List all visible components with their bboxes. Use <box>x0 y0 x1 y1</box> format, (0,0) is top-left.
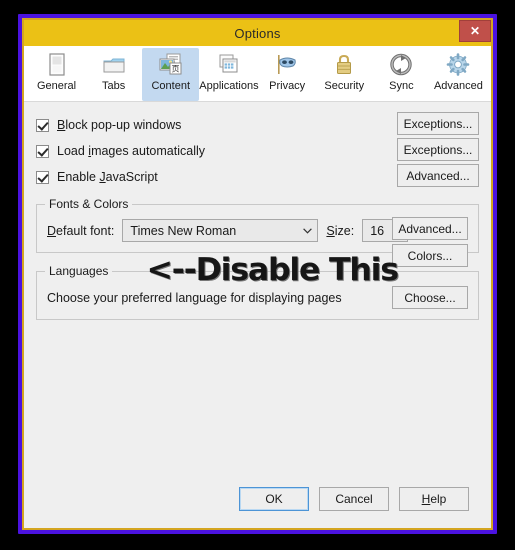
fonts-colors-buttons: Advanced... Colors... <box>392 217 468 267</box>
tab-applications-label: Applications <box>199 80 259 92</box>
label-pre-1: Load <box>57 144 89 158</box>
fonts-colors-title: Fonts & Colors <box>45 197 133 211</box>
tab-security[interactable]: Security <box>316 48 373 101</box>
tab-applications[interactable]: Applications <box>199 48 259 101</box>
options-toolbar: General Tabs 页 Content Applications Priv… <box>24 46 491 102</box>
fonts-colors-group: Fonts & Colors Default font: Times New R… <box>36 197 479 267</box>
choose-language-button[interactable]: Choose... <box>392 286 468 309</box>
languages-row: Choose your preferred language for displ… <box>47 286 468 309</box>
window-inner-border: Options ✕ General Tabs 页 Content Applica… <box>22 18 493 530</box>
accel-s: S <box>326 223 335 238</box>
window-title: Options <box>234 25 281 41</box>
default-font-value: Times New Roman <box>130 223 237 238</box>
label-rest-0: lock pop-up windows <box>65 118 182 132</box>
accel-d: D <box>47 223 57 238</box>
checkbox-block-popups-label: Block pop-up windows <box>57 118 181 132</box>
options-dialog: Options ✕ General Tabs 页 Content Applica… <box>24 20 491 528</box>
tab-tabs-label: Tabs <box>102 80 126 92</box>
tab-tabs[interactable]: Tabs <box>85 48 142 101</box>
content-panel: Block pop-up windows Load images automat… <box>24 102 491 480</box>
titlebar: Options ✕ <box>24 20 491 46</box>
label-rest-2: avaScript <box>105 170 158 184</box>
tab-advanced[interactable]: Advanced <box>430 48 487 101</box>
languages-description: Choose your preferred language for displ… <box>47 290 342 305</box>
size-label-rest: ize: <box>334 223 355 238</box>
help-label-rest: elp <box>430 492 447 506</box>
size-label: Size: <box>326 224 354 238</box>
general-icon <box>42 51 72 79</box>
font-size-value: 16 <box>370 223 385 238</box>
sync-arrows-icon <box>386 51 416 79</box>
applications-icon <box>214 51 244 79</box>
fonts-advanced-button[interactable]: Advanced... <box>392 217 468 240</box>
dialog-footer: OK Cancel Help <box>24 480 491 528</box>
security-lock-icon <box>329 51 359 79</box>
languages-group: Languages Choose your preferred language… <box>36 264 479 320</box>
ok-button[interactable]: OK <box>239 487 309 511</box>
checkbox-load-images-label: Load images automatically <box>57 144 205 158</box>
checkbox-enable-javascript[interactable] <box>36 170 49 184</box>
tab-content-label: Content <box>151 80 190 92</box>
default-font-label-rest: efault font: <box>56 223 115 238</box>
default-font-select[interactable]: Times New Roman <box>122 219 319 242</box>
advanced-gear-icon <box>443 51 473 79</box>
popup-exceptions-button[interactable]: Exceptions... <box>397 112 479 135</box>
cancel-button[interactable]: Cancel <box>319 487 389 511</box>
label-rest-1: mages automatically <box>91 144 206 158</box>
checkbox-block-popups[interactable] <box>36 118 49 132</box>
tab-privacy[interactable]: Privacy <box>259 48 316 101</box>
privacy-mask-icon <box>272 51 302 79</box>
close-button[interactable]: ✕ <box>459 20 491 42</box>
screen: Options ✕ General Tabs 页 Content Applica… <box>0 0 515 550</box>
tab-general-label: General <box>36 80 77 92</box>
tab-sync[interactable]: Sync <box>373 48 430 101</box>
content-pages-icon: 页 <box>156 51 186 79</box>
colors-button[interactable]: Colors... <box>392 244 468 267</box>
svg-text:页: 页 <box>171 65 179 74</box>
javascript-advanced-button[interactable]: Advanced... <box>397 164 479 187</box>
default-font-label: Default font: <box>47 224 114 238</box>
images-exceptions-button[interactable]: Exceptions... <box>397 138 479 161</box>
checkbox-load-images[interactable] <box>36 144 49 158</box>
window-outer-border: Options ✕ General Tabs 页 Content Applica… <box>18 14 497 534</box>
tab-general[interactable]: General <box>28 48 85 101</box>
content-right-buttons: Exceptions... Exceptions... Advanced... <box>397 112 479 187</box>
tabs-folder-icon <box>99 51 129 79</box>
tab-security-label: Security <box>324 80 365 92</box>
tab-privacy-label: Privacy <box>269 80 306 92</box>
accel-h: H <box>421 492 431 506</box>
checkbox-enable-javascript-label: Enable JavaScript <box>57 170 158 184</box>
tab-sync-label: Sync <box>389 80 414 92</box>
tab-content[interactable]: 页 Content <box>142 48 200 101</box>
languages-title: Languages <box>45 264 113 278</box>
help-button[interactable]: Help <box>399 487 469 511</box>
chevron-down-icon <box>297 227 317 234</box>
label-pre-2: Enable <box>57 170 100 184</box>
tab-advanced-label: Advanced <box>433 80 483 92</box>
